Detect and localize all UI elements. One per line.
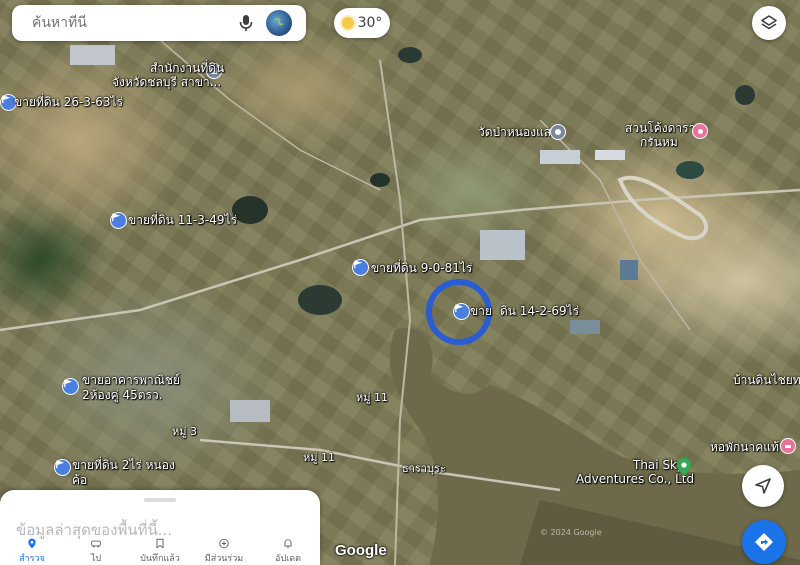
layers-icon <box>761 15 777 30</box>
drag-handle[interactable] <box>144 498 176 502</box>
road-label: หมู่ 11 <box>356 391 388 404</box>
weather-chip[interactable]: 30° <box>334 8 390 38</box>
place-label[interactable]: สำนักงานที่ดิน <box>150 61 224 75</box>
listing-label[interactable]: ขายที่ดิน 11-3-49ไร่ <box>128 213 237 227</box>
listing-label[interactable]: ขายที่ดิน 2ไร่ หนอง <box>72 458 175 472</box>
bottom-sheet[interactable]: ข้อมูลล่าสุดของพื้นที่นี้... สำรวจ ไป บั… <box>0 490 320 565</box>
google-logo: Google <box>335 542 387 559</box>
search-input[interactable] <box>30 14 232 32</box>
satellite-map[interactable]: สำนักงานที่ดิน จังหวัดชลบุรี สาขา... ขาย… <box>0 0 800 565</box>
pin-icon <box>28 538 36 549</box>
navigation-arrow-icon <box>755 478 771 494</box>
tab-updates[interactable]: อัปเดต <box>256 538 320 565</box>
bell-icon <box>284 539 292 549</box>
listing-label[interactable]: ดิน 14-2-69ไร่ <box>500 304 579 318</box>
flag-icon[interactable] <box>54 459 71 476</box>
plus-circle-icon <box>219 538 229 549</box>
tab-go[interactable]: ไป <box>64 538 128 565</box>
tab-label: อัปเดต <box>275 554 301 564</box>
bowling-icon[interactable] <box>692 123 708 139</box>
listing-label[interactable]: ขายที่ดิน 9-0-81ไร่ <box>371 261 472 275</box>
temple-label[interactable]: วัดป่าหนองแสง <box>478 125 557 139</box>
bottom-nav: สำรวจ ไป บันทึกแล้ว มีส่วนร่วม อัปเดต <box>0 538 320 565</box>
road-label: หมู่ 11 <box>303 451 335 464</box>
flag-icon[interactable] <box>110 212 127 229</box>
listing-label[interactable]: ขายที่ดิน 26-3-63ไร่ <box>14 95 123 109</box>
search-bar[interactable] <box>12 5 306 41</box>
profile-avatar-icon[interactable] <box>266 10 292 36</box>
tab-explore[interactable]: สำรวจ <box>0 538 64 565</box>
tab-contribute[interactable]: มีส่วนร่วม <box>192 538 256 565</box>
car-icon <box>91 540 101 548</box>
green-pin-icon[interactable] <box>677 458 691 476</box>
flag-icon[interactable] <box>352 259 369 276</box>
listing-label[interactable]: ค้อ <box>72 473 87 487</box>
tab-saved[interactable]: บันทึกแล้ว <box>128 538 192 565</box>
bed-icon[interactable] <box>780 438 796 454</box>
tab-label: มีส่วนร่วม <box>204 554 244 564</box>
area-label: บ้านดินไชยทอ <box>733 373 800 387</box>
listing-label[interactable]: ขายอาคารพาณิชย์ <box>82 373 180 387</box>
listing-label[interactable]: ขาย <box>470 304 492 318</box>
listing-label[interactable]: 2ห้องคู่ 45ตรว. <box>82 388 163 402</box>
tab-label: สำรวจ <box>19 554 45 564</box>
directions-icon <box>755 533 773 551</box>
area-label: ธาราบุระ <box>402 462 446 475</box>
place-label[interactable]: จังหวัดชลบุรี สาขา... <box>112 75 221 89</box>
flag-icon[interactable] <box>62 378 79 395</box>
road-label: หมู่ 3 <box>172 425 197 438</box>
sun-icon <box>341 17 354 29</box>
temperature-text: 30° <box>357 15 383 31</box>
tab-label: บันทึกแล้ว <box>140 554 180 564</box>
flag-icon[interactable] <box>453 303 470 320</box>
tab-label: ไป <box>90 554 102 564</box>
lodging-label[interactable]: หอพักนาคแท้ <box>710 440 779 454</box>
park-label[interactable]: สวนโค้งดารา <box>625 121 695 135</box>
map-copyright: © 2024 Google <box>540 528 602 537</box>
temple-icon[interactable] <box>550 124 566 140</box>
directions-button[interactable] <box>742 520 786 564</box>
my-location-button[interactable] <box>742 465 784 507</box>
layers-button[interactable] <box>752 6 786 40</box>
microphone-icon[interactable] <box>232 9 260 37</box>
park-label[interactable]: กรันหม <box>640 135 678 149</box>
bookmark-icon <box>156 538 164 549</box>
